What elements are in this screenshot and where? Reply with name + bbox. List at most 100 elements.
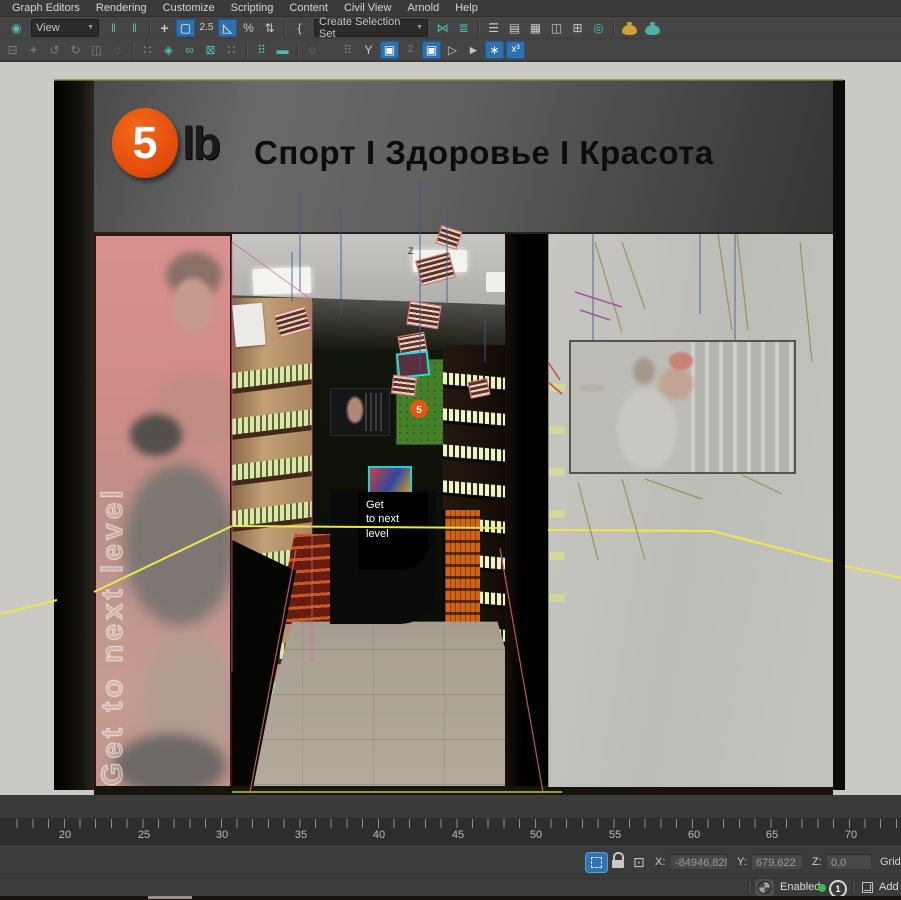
curve-editor-icon[interactable]: ◫ xyxy=(547,19,566,37)
redo-icon[interactable]: ↻ xyxy=(66,41,85,59)
unlink-selection-icon[interactable]: ‖ xyxy=(125,19,144,37)
add-button[interactable]: Add xyxy=(879,881,899,893)
toolbar-separator xyxy=(297,42,298,57)
menu-bar: Graph Editors Rendering Customize Script… xyxy=(0,0,901,17)
z-coordinate-field[interactable]: 0,0 xyxy=(826,854,872,870)
snap-25d-icon[interactable]: 2.5 xyxy=(197,19,216,37)
snaps-toggle-icon[interactable]: ▣ xyxy=(380,41,399,59)
perspective-viewport[interactable]: 5 lb Спорт I Здоровье I Красота Get to n… xyxy=(0,60,901,795)
mirror-icon[interactable]: ⋈ xyxy=(433,19,452,37)
render-setup-icon[interactable] xyxy=(622,25,637,35)
absolute-mode-icon[interactable]: ⊡ xyxy=(633,854,645,871)
selection-lock-icon[interactable] xyxy=(612,852,625,868)
x-coordinate-field[interactable]: -84946,828 xyxy=(670,854,728,870)
reference-coordinate-dropdown[interactable]: View ▼ xyxy=(31,19,99,37)
sphere-icon xyxy=(758,881,771,894)
select-manipulate-icon[interactable]: ◉ xyxy=(7,19,26,37)
align-icon[interactable]: ≣ xyxy=(454,19,473,37)
snap-frozen-icon[interactable]: ∗ xyxy=(485,41,504,59)
select-object-icon[interactable]: ▢ xyxy=(176,19,195,37)
viewport-wireframe-overlay xyxy=(0,62,901,795)
ribbon-toggle-icon[interactable]: ▦ xyxy=(526,19,545,37)
timeline-label: 40 xyxy=(373,829,385,841)
chevron-down-icon: ▼ xyxy=(410,24,423,31)
timeline-label: 20 xyxy=(59,829,71,841)
menu-rendering[interactable]: Rendering xyxy=(88,2,155,14)
select-link-icon[interactable]: ‖ xyxy=(104,19,123,37)
z-coordinate-label: Z: xyxy=(812,856,822,868)
schematic-view-icon[interactable]: ⊞ xyxy=(568,19,587,37)
snap-grid-icon[interactable]: ⠿ xyxy=(338,41,357,59)
menu-content[interactable]: Content xyxy=(281,2,336,14)
render-production-icon[interactable] xyxy=(645,25,660,35)
menu-scripting[interactable]: Scripting xyxy=(223,2,282,14)
undo-icon[interactable]: ↺ xyxy=(45,41,64,59)
window-bottom-edge xyxy=(0,896,901,900)
toolbar-separator xyxy=(132,42,133,57)
capsule-tool-icon[interactable]: ▬ xyxy=(273,41,292,59)
secondary-toolbar: ⊟ + ↺ ↻ ◫ ◌ ∷ ◈ ∞ ⊠ ∷ ⠿ ▬ ◌ ⠿ Y ▣ 2 ▣ ▷ … xyxy=(0,39,901,61)
x-coordinate-label: X: xyxy=(655,856,665,868)
snap-midpoint-icon[interactable]: ▣ xyxy=(422,41,441,59)
dashed-circle-icon[interactable]: ◌ xyxy=(303,41,322,59)
enabled-status-dot xyxy=(818,884,826,892)
reference-coordinate-value: View xyxy=(36,22,60,34)
bottom-overlay-bar: Enabled: 1 Add xyxy=(0,878,901,897)
toolbar-separator xyxy=(149,20,150,35)
snap-2d-icon[interactable]: 2 xyxy=(401,41,420,59)
timeline-label: 25 xyxy=(138,829,150,841)
menu-arnold[interactable]: Arnold xyxy=(399,2,447,14)
selection-set-value: Create Selection Set xyxy=(319,16,410,40)
timeline-label: 55 xyxy=(609,829,621,841)
sphere-button[interactable] xyxy=(755,879,774,896)
y-coordinate-field[interactable]: 679,622 xyxy=(751,854,803,870)
timeline-label: 50 xyxy=(530,829,542,841)
cube-icon[interactable] xyxy=(862,882,873,893)
layer-explorer-icon[interactable]: ☰ xyxy=(484,19,503,37)
isolate-selection-toggle[interactable] xyxy=(585,852,608,873)
create-selection-set-dropdown[interactable]: Create Selection Set ▼ xyxy=(314,19,428,37)
point-cloud-icon[interactable]: ∷ xyxy=(138,41,157,59)
select-move-icon[interactable]: + xyxy=(155,19,174,37)
3ds-max-window: { "menubar": { "items": ["Graph Editors"… xyxy=(0,0,901,900)
menu-help[interactable]: Help xyxy=(447,2,486,14)
grid-points-icon[interactable]: ⠿ xyxy=(252,41,271,59)
spinner-snap-icon[interactable]: ⇅ xyxy=(260,19,279,37)
chevron-down-icon: ▼ xyxy=(81,24,94,31)
separator xyxy=(748,881,749,894)
timeline-label: 70 xyxy=(845,829,857,841)
grid-setting-label: Grid xyxy=(880,856,901,868)
material-editor-icon[interactable]: ◎ xyxy=(589,19,608,37)
snap-xyz-icon[interactable]: x³ xyxy=(506,41,525,59)
chain-icon[interactable]: ∞ xyxy=(180,41,199,59)
timeline-ruler[interactable]: 20 25 30 35 40 45 50 55 60 65 70 xyxy=(0,818,901,846)
status-bar: ⊡ X: -84946,828 Y: 679,622 Z: 0,0 Grid xyxy=(0,846,901,879)
toolbar-separator xyxy=(613,20,614,35)
disabled-tool-icon[interactable]: ⊟ xyxy=(3,41,22,59)
disabled-tool-icon[interactable]: + xyxy=(24,41,43,59)
edit-named-selections-icon[interactable]: { xyxy=(290,19,309,37)
percent-snap-icon[interactable]: % xyxy=(239,19,258,37)
timeline-label: 60 xyxy=(688,829,700,841)
toolbar-separator xyxy=(246,42,247,57)
snap-pivot-icon[interactable]: Y xyxy=(359,41,378,59)
disabled-window-icon[interactable]: ◫ xyxy=(87,41,106,59)
scene-explorer-icon[interactable]: ▤ xyxy=(505,19,524,37)
disabled-ring-icon[interactable]: ◌ xyxy=(108,41,127,59)
y-coordinate-label: Y: xyxy=(737,856,747,868)
soft-selection-icon[interactable]: ◈ xyxy=(159,41,178,59)
menu-graph-editors[interactable]: Graph Editors xyxy=(4,2,88,14)
angle-snap-icon[interactable]: ◺ xyxy=(218,19,237,37)
track-bar[interactable] xyxy=(0,795,901,819)
toolbar-separator xyxy=(284,20,285,35)
menu-customize[interactable]: Customize xyxy=(155,2,223,14)
toolbar-separator xyxy=(478,20,479,35)
cursor-filled-icon[interactable]: ► xyxy=(464,41,483,59)
lattice-icon[interactable]: ∷ xyxy=(222,41,241,59)
cursor-outline-icon[interactable]: ▷ xyxy=(443,41,462,59)
menu-civil-view[interactable]: Civil View xyxy=(336,2,399,14)
timeline-ticks xyxy=(0,819,901,828)
timeline-label: 45 xyxy=(452,829,464,841)
separator xyxy=(852,881,853,894)
crossing-selection-icon[interactable]: ⊠ xyxy=(201,41,220,59)
